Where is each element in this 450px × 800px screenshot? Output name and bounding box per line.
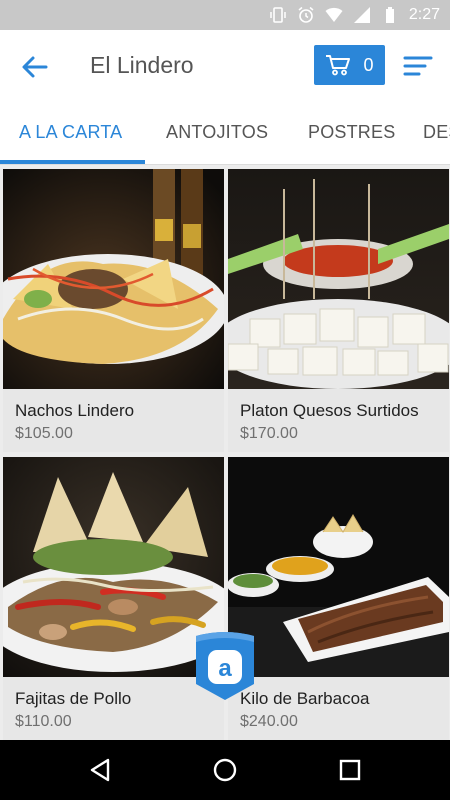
nav-recents-icon[interactable] (336, 756, 364, 784)
product-name: Fajitas de Pollo (15, 689, 132, 708)
product-price: $110.00 (15, 713, 72, 730)
product-name: Nachos Lindero (15, 401, 135, 420)
tab-des[interactable]: DES (423, 122, 450, 143)
tab-antojitos[interactable]: ANTOJITOS (166, 122, 268, 143)
product-price: $170.00 (240, 425, 298, 442)
product-card-nachos[interactable]: Nachos Lindero $105.00 (3, 169, 224, 452)
signal-icon (353, 7, 370, 23)
cart-icon (326, 55, 351, 76)
nav-home-icon[interactable] (211, 756, 239, 784)
product-price: $240.00 (240, 713, 298, 730)
app-bar: El Lindero 0 (0, 30, 450, 102)
product-photo (3, 457, 224, 677)
system-nav-bar (0, 740, 450, 800)
product-photo (3, 169, 224, 389)
product-card-fajitas[interactable]: Fajitas de Pollo $110.00 (3, 457, 224, 740)
battery-icon (385, 7, 394, 23)
vibrate-icon (270, 7, 286, 23)
category-tabs: A LA CARTA ANTOJITOS POSTRES DES (0, 102, 450, 165)
alarm-icon (298, 6, 314, 23)
product-price: $105.00 (15, 425, 73, 442)
product-card-barbacoa[interactable]: Kilo de Barbacoa $240.00 (228, 457, 449, 740)
product-photo (228, 457, 449, 677)
product-card-quesos[interactable]: Platon Quesos Surtidos $170.00 (228, 169, 449, 452)
status-bar: 2:27 (0, 0, 450, 30)
tab-indicator (0, 160, 145, 164)
tab-postres[interactable]: POSTRES (308, 122, 395, 143)
status-time: 2:27 (408, 6, 440, 23)
app-logo-badge[interactable]: a (192, 628, 258, 702)
page-title: El Lindero (90, 52, 194, 78)
product-photo (228, 169, 449, 389)
wifi-icon (325, 7, 343, 22)
cart-button[interactable]: 0 (314, 45, 385, 85)
nav-back-icon[interactable] (86, 756, 114, 784)
product-name: Kilo de Barbacoa (240, 689, 370, 708)
product-name: Platon Quesos Surtidos (240, 401, 419, 420)
back-arrow-icon[interactable] (18, 50, 52, 84)
tab-a-la-carta[interactable]: A LA CARTA (19, 122, 122, 143)
cart-count: 0 (363, 54, 374, 75)
sort-menu-icon[interactable] (403, 52, 433, 80)
badge-letter: a (218, 655, 232, 682)
